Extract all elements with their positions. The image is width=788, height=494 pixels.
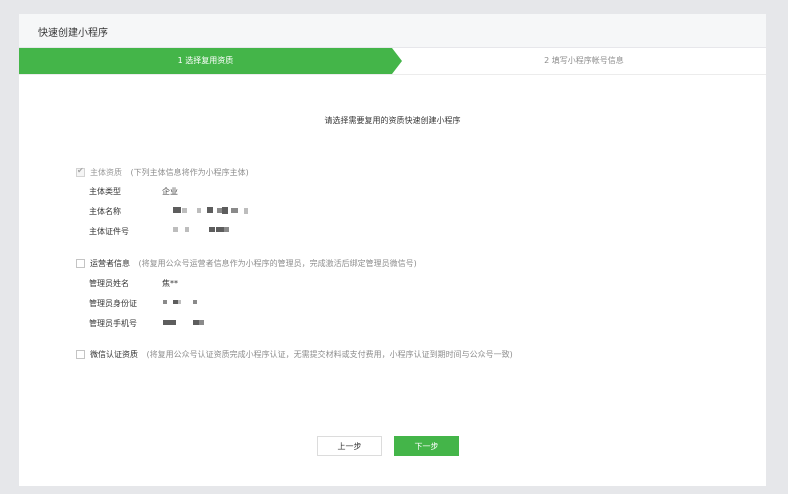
- admin-name-value: 焦**: [162, 279, 178, 288]
- wechat-cert-hint: (将复用公众号认证资质完成小程序认证，无需提交材料或支付费用，小程序认证到期时间…: [146, 350, 513, 359]
- entity-section-title: 主体资质 (下列主体信息将作为小程序主体): [90, 167, 249, 178]
- step-1-label: 1 选择复用资质: [177, 56, 234, 65]
- entity-checkbox[interactable]: ✔: [76, 166, 85, 177]
- admin-phone-label: 管理员手机号: [89, 319, 137, 328]
- wechat-cert-checkbox[interactable]: [76, 350, 85, 359]
- entity-title: 主体资质: [90, 168, 122, 177]
- entity-type-label: 主体类型: [89, 187, 121, 196]
- next-button[interactable]: 下一步: [394, 436, 459, 456]
- entity-name-label: 主体名称: [89, 207, 121, 216]
- operator-checkbox[interactable]: [76, 259, 85, 268]
- entity-id-label: 主体证件号: [89, 227, 129, 236]
- operator-title: 运营者信息: [90, 259, 130, 268]
- step-2-label: 2 填写小程序帐号信息: [544, 56, 624, 65]
- admin-id-label: 管理员身份证: [89, 299, 137, 308]
- operator-section-title: 运营者信息 (将复用公众号运营者信息作为小程序的管理员，完成激活后绑定管理员微信…: [90, 258, 417, 269]
- panel-header: 快速创建小程序: [19, 14, 766, 48]
- admin-name-label: 管理员姓名: [89, 279, 129, 288]
- instruction-text: 请选择需要复用的资质快速创建小程序: [324, 116, 461, 125]
- checkmark-icon: ✔: [77, 166, 84, 175]
- entity-type-value: 企业: [162, 187, 178, 196]
- wechat-cert-title: 微信认证资质: [90, 350, 138, 359]
- step-progress: 1 选择复用资质 2 填写小程序帐号信息: [19, 48, 766, 75]
- page-title: 快速创建小程序: [38, 28, 108, 39]
- create-miniprogram-panel: 快速创建小程序 1 选择复用资质 2 填写小程序帐号信息 请选择需要复用的资质快…: [19, 14, 766, 486]
- prev-button[interactable]: 上一步: [317, 436, 382, 456]
- step-arrow: [392, 48, 402, 74]
- wechat-cert-section-title: 微信认证资质 (将复用公众号认证资质完成小程序认证，无需提交材料或支付费用，小程…: [90, 349, 513, 360]
- operator-hint: (将复用公众号运营者信息作为小程序的管理员，完成激活后绑定管理员微信号): [138, 259, 417, 268]
- entity-hint: (下列主体信息将作为小程序主体): [130, 168, 249, 177]
